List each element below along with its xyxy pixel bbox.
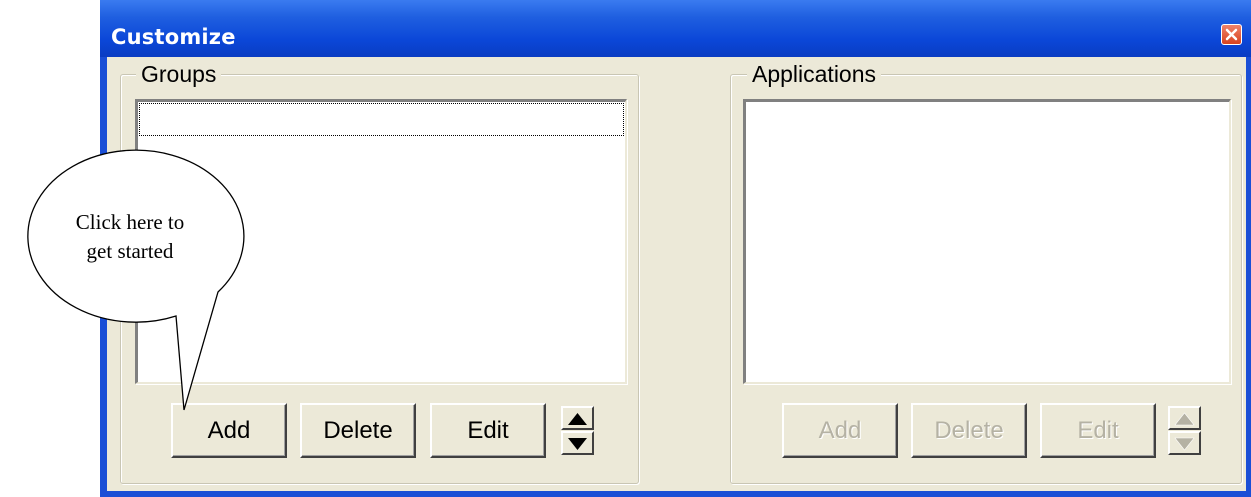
callout-line-2: get started bbox=[86, 239, 174, 263]
callout-text: Click here to get started bbox=[40, 208, 220, 266]
callout-line-1: Click here to bbox=[75, 210, 185, 234]
